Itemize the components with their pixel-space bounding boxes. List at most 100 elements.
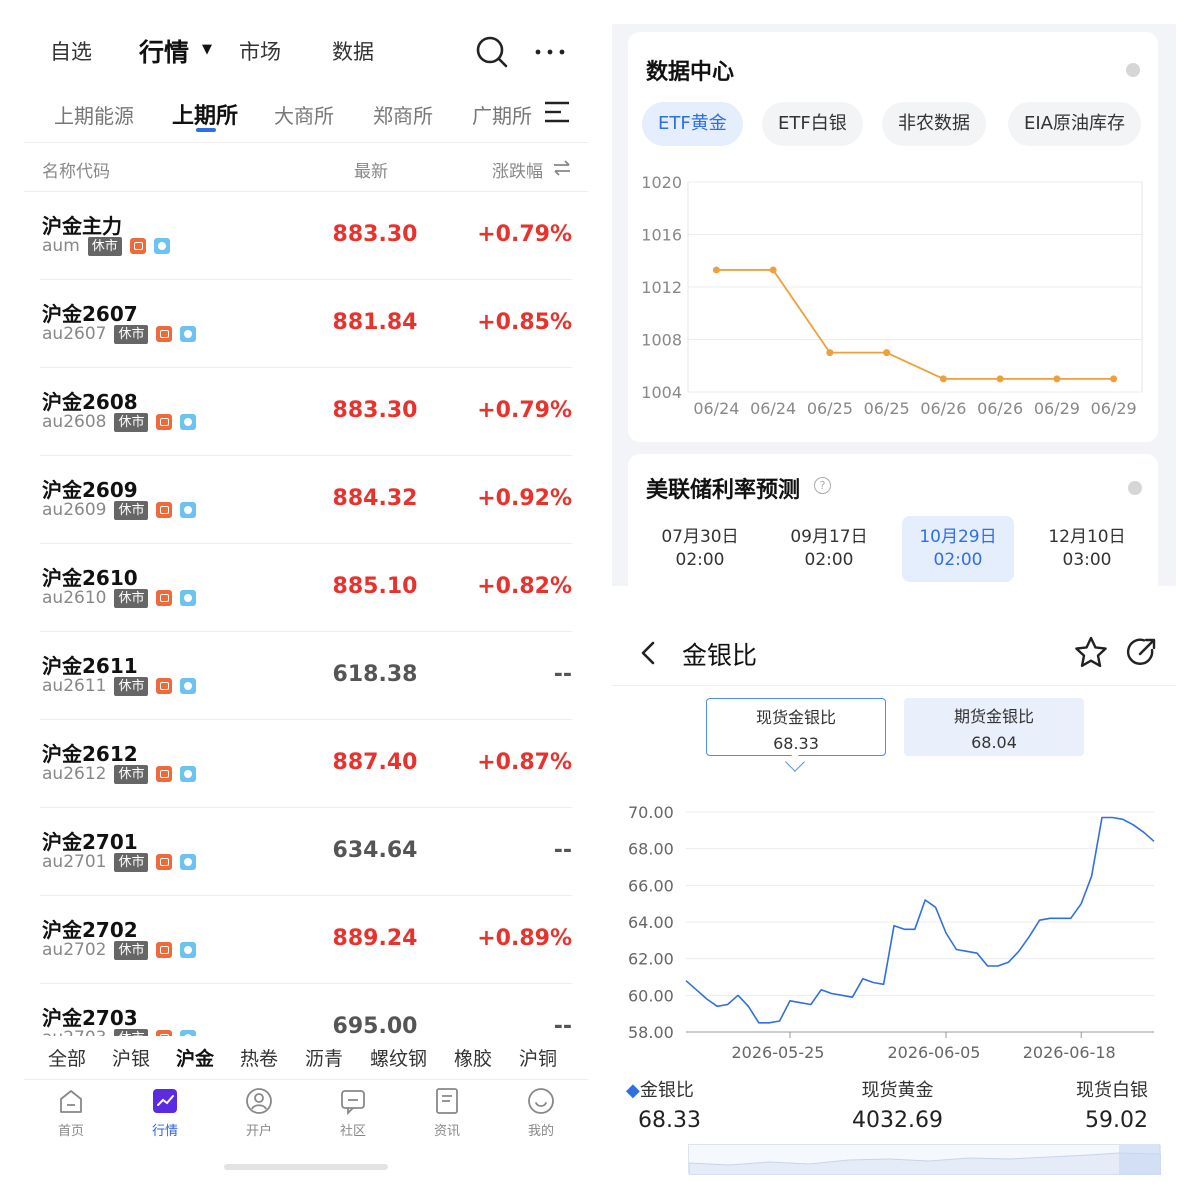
quote-row[interactable]: 沪金2610 au2610 休市 885.10 +0.82%: [40, 544, 572, 632]
tab-community[interactable]: 社区: [318, 1086, 388, 1139]
info-icon: [180, 326, 197, 342]
category-chip[interactable]: 沪银: [112, 1044, 150, 1071]
category-chip[interactable]: 螺纹钢: [370, 1044, 427, 1071]
nav-market[interactable]: 市场: [239, 36, 281, 66]
last-price: 883.30: [332, 222, 418, 247]
change-percent: --: [553, 1014, 572, 1036]
range-navigator[interactable]: [688, 1144, 1162, 1176]
quote-row[interactable]: 沪金2702 au2702 休市 889.24 +0.89%: [40, 896, 572, 984]
category-chip[interactable]: 沪金: [176, 1044, 214, 1071]
category-chip[interactable]: 沪铜: [519, 1044, 557, 1071]
data-point: [826, 349, 834, 357]
change-percent: +0.87%: [477, 750, 572, 775]
column-header: 名称代码 最新 涨跌幅: [24, 142, 588, 192]
category-bar: 全部 沪银 沪金 热卷 沥青 螺纹钢 橡胶 沪铜: [24, 1036, 588, 1080]
data-point: [996, 375, 1004, 383]
contract-code-line: aum 休市: [42, 236, 170, 256]
col-price[interactable]: 最新: [354, 157, 388, 182]
fed-date-label: 12月10日: [1048, 527, 1126, 547]
tab-gfex[interactable]: 广期所: [472, 100, 532, 129]
quote-row[interactable]: 沪金2611 au2611 休市 618.38 --: [40, 632, 572, 720]
quote-row[interactable]: 沪金2608 au2608 休市 883.30 +0.79%: [40, 368, 572, 456]
tab-label: 资讯: [433, 1124, 460, 1139]
data-point: [712, 266, 720, 274]
tab-dce[interactable]: 大商所: [274, 100, 334, 129]
quote-row[interactable]: 沪金2701 au2701 休市 634.64 --: [40, 808, 572, 896]
x-tick-label: 06/29: [1091, 399, 1137, 418]
fed-rate-card: 美联储利率预测 ? 07月30日 02:00 09月17日 02:00 10月29日…: [628, 454, 1158, 594]
futures-ratio-toggle[interactable]: 期货金银比 68.04: [904, 698, 1084, 756]
quote-row[interactable]: 沪金2612 au2612 休市 887.40 +0.87%: [40, 720, 572, 808]
category-chip[interactable]: 热卷: [240, 1044, 278, 1071]
y-tick-label: 66.00: [628, 876, 674, 895]
chat-icon: [156, 590, 173, 606]
more-icon[interactable]: [1126, 63, 1140, 77]
tab-home[interactable]: 首页: [36, 1086, 106, 1139]
category-chip[interactable]: 沥青: [305, 1044, 343, 1071]
col-change[interactable]: 涨跌幅: [492, 157, 543, 182]
gold-silver-ratio-chart[interactable]: 70.00 68.00 66.00 64.00 62.00 60.00 58.00 2026-…: [612, 792, 1176, 1072]
pill-etf-gold[interactable]: ETF黄金: [642, 102, 743, 146]
last-price: 881.84: [332, 310, 418, 335]
pill-eia-crude[interactable]: EIA原油库存: [1008, 102, 1141, 146]
fed-date-2[interactable]: 10月29日 02:00: [902, 516, 1014, 582]
category-chip[interactable]: 全部: [48, 1044, 86, 1071]
data-center-screen: 数据中心 ETF黄金 ETF白银 非农数据 EIA原油库存 1020 1016 10…: [612, 24, 1176, 594]
star-icon[interactable]: [1074, 636, 1108, 668]
contract-code-line: au2612 休市: [42, 764, 197, 784]
tab-shfe[interactable]: 上期所: [172, 98, 238, 130]
pill-nonfarm[interactable]: 非农数据: [882, 102, 986, 146]
status-badge: 休市: [114, 676, 149, 696]
change-percent: +0.92%: [477, 486, 572, 511]
tab-market[interactable]: 行情: [130, 1086, 200, 1139]
data-point: [769, 266, 777, 274]
x-tick-label: 06/29: [1034, 399, 1080, 418]
share-icon[interactable]: [1126, 636, 1158, 668]
menu-icon[interactable]: [544, 100, 570, 124]
back-icon[interactable]: [638, 640, 660, 666]
tab-profile[interactable]: 我的: [506, 1086, 576, 1139]
contract-name: 沪金2608: [42, 390, 138, 414]
active-tab-indicator: [196, 128, 216, 132]
pill-etf-silver[interactable]: ETF白银: [762, 102, 863, 146]
tab-czce[interactable]: 郑商所: [373, 100, 433, 129]
tab-news[interactable]: 资讯: [412, 1086, 482, 1139]
series-line: [716, 269, 1114, 380]
search-icon[interactable]: [472, 32, 512, 72]
y-tick-label: 70.00: [628, 803, 674, 822]
help-icon[interactable]: ?: [814, 477, 831, 494]
tab-ine[interactable]: 上期能源: [54, 100, 134, 129]
swap-icon[interactable]: [552, 159, 572, 177]
quote-row[interactable]: 沪金2609 au2609 休市 884.32 +0.92%: [40, 456, 572, 544]
x-tick-label: 06/24: [693, 399, 739, 418]
quote-row[interactable]: 沪金2607 au2607 休市 881.84 +0.85%: [40, 280, 572, 368]
fed-date-3[interactable]: 12月10日 03:00: [1031, 516, 1143, 582]
nav-quotes[interactable]: 行情: [139, 33, 189, 69]
status-badge: 休市: [114, 940, 149, 960]
quote-row[interactable]: 沪金2703au2703 休市 695.00 --: [40, 984, 572, 1036]
fed-date-1[interactable]: 09月17日 02:00: [773, 516, 885, 582]
status-badge: 休市: [114, 588, 149, 608]
contract-code: aum: [42, 236, 80, 256]
nav-favorites[interactable]: 自选: [50, 36, 92, 66]
more-icon[interactable]: [530, 32, 570, 72]
contract-code-line: au2607 休市: [42, 324, 197, 344]
data-point: [883, 349, 891, 357]
change-percent: --: [553, 838, 572, 863]
status-badge: 休市: [114, 1028, 149, 1036]
change-percent: +0.79%: [477, 222, 572, 247]
etf-gold-chart: 1020 1016 1012 1008 1004 06/24 06/24 06/25 06/25…: [641, 173, 1143, 418]
spot-ratio-toggle[interactable]: 现货金银比 68.33: [706, 698, 886, 756]
contract-code-line: au2701 休市: [42, 852, 197, 872]
tab-account[interactable]: 开户: [224, 1086, 294, 1139]
chevron-down-icon[interactable]: ▼: [202, 42, 212, 57]
more-icon[interactable]: [1128, 481, 1142, 495]
quote-row[interactable]: 沪金主力 aum 休市 883.30 +0.79%: [40, 192, 572, 280]
nav-data[interactable]: 数据: [332, 36, 374, 66]
contract-name: 沪金主力: [42, 214, 122, 238]
y-tick-label: 1020: [641, 173, 682, 192]
contract-name: 沪金2611: [42, 654, 138, 678]
category-chip[interactable]: 橡胶: [454, 1044, 492, 1071]
contract-code-line: au2703 休市: [42, 1028, 197, 1036]
fed-date-0[interactable]: 07月30日 02:00: [644, 516, 756, 582]
